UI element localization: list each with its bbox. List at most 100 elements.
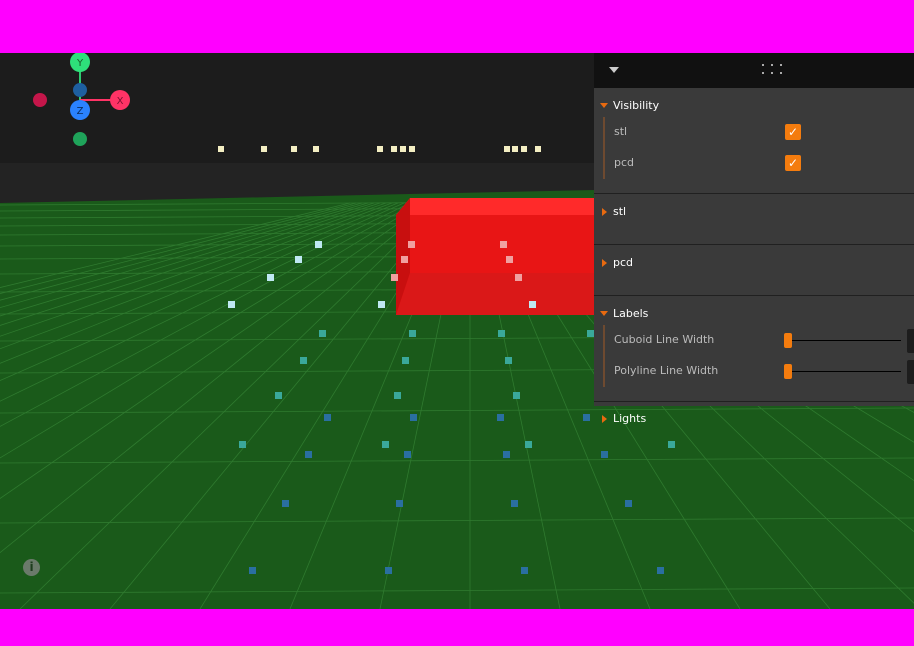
point-marker xyxy=(511,500,518,507)
folder-stl: stl xyxy=(594,201,914,245)
cuboid-line-width-label: Cuboid Line Width xyxy=(614,333,715,346)
cuboid-bottom xyxy=(396,273,600,315)
point-marker xyxy=(402,357,409,364)
pcd-visibility-row: pcd ✓ xyxy=(605,148,914,179)
point-marker xyxy=(497,414,504,421)
point-marker xyxy=(295,256,302,263)
folder-pcd: pcd xyxy=(594,252,914,296)
light-marker xyxy=(521,146,527,152)
point-marker xyxy=(324,414,331,421)
point-marker xyxy=(401,256,408,263)
checkmark-icon: ✓ xyxy=(787,125,799,139)
stl-visibility-label: stl xyxy=(614,125,628,138)
y-axis-handle[interactable]: Y xyxy=(70,53,90,72)
info-icon: i xyxy=(29,560,34,574)
polyline-line-width-slider-thumb[interactable] xyxy=(784,364,792,379)
light-marker xyxy=(291,146,297,152)
light-marker xyxy=(535,146,541,152)
point-marker xyxy=(396,500,403,507)
point-marker xyxy=(394,392,401,399)
folder-title-labels[interactable]: Labels xyxy=(594,303,914,325)
z-axis-handle[interactable]: Z xyxy=(70,100,90,120)
folder-visibility: Visibility stl ✓ pcd ✓ xyxy=(594,95,914,194)
folder-lights: Lights xyxy=(594,408,914,442)
polyline-line-width-slider[interactable] xyxy=(786,371,901,372)
checkmark-icon: ✓ xyxy=(787,156,799,170)
light-marker xyxy=(504,146,510,152)
point-marker xyxy=(408,241,415,248)
top-margin-bar xyxy=(0,0,914,53)
point-marker xyxy=(410,414,417,421)
point-marker xyxy=(625,500,632,507)
point-marker xyxy=(300,357,307,364)
light-marker xyxy=(409,146,415,152)
point-marker xyxy=(305,451,312,458)
caret-right-icon xyxy=(602,415,607,423)
pcd-visibility-label: pcd xyxy=(614,156,635,169)
controls-panel: Visibility stl ✓ pcd ✓ stl pcd Labels Cu… xyxy=(594,53,914,425)
point-marker xyxy=(506,256,513,263)
point-marker xyxy=(404,451,411,458)
point-marker xyxy=(391,274,398,281)
caret-right-icon xyxy=(602,208,607,216)
point-marker xyxy=(601,451,608,458)
polyline-line-width-row: Polyline Line Width xyxy=(605,356,914,387)
polyline-line-width-input[interactable] xyxy=(907,360,914,384)
point-marker xyxy=(525,441,532,448)
point-marker xyxy=(587,330,594,337)
point-marker xyxy=(282,500,289,507)
neg-z-axis-dot[interactable] xyxy=(73,83,87,97)
point-marker xyxy=(385,567,392,574)
point-marker xyxy=(267,274,274,281)
pcd-visibility-checkbox[interactable]: ✓ xyxy=(785,155,801,171)
cuboid-line-width-input[interactable] xyxy=(907,329,914,353)
x-axis-handle[interactable]: X xyxy=(110,90,130,110)
panel-header xyxy=(594,53,914,88)
stl-visibility-row: stl ✓ xyxy=(605,117,914,148)
point-marker xyxy=(657,567,664,574)
light-marker xyxy=(512,146,518,152)
visibility-controls: stl ✓ pcd ✓ xyxy=(603,117,914,179)
labels-controls: Cuboid Line Width Polyline Line Width xyxy=(603,325,914,387)
polyline-line-width-label: Polyline Line Width xyxy=(614,364,719,377)
x-axis-label: X xyxy=(117,96,124,107)
caret-right-icon xyxy=(602,259,607,267)
point-marker xyxy=(583,414,590,421)
folder-labels: Labels Cuboid Line Width Polyline Line W… xyxy=(594,303,914,402)
caret-down-icon xyxy=(600,103,608,108)
z-axis-label: Z xyxy=(77,106,84,117)
neg-x-axis-dot[interactable] xyxy=(33,93,47,107)
info-button[interactable]: i xyxy=(23,559,40,576)
point-marker xyxy=(378,301,385,308)
folder-title-pcd[interactable]: pcd xyxy=(594,252,914,274)
caret-down-icon[interactable] xyxy=(609,67,619,73)
light-marker xyxy=(391,146,397,152)
point-marker xyxy=(249,567,256,574)
light-marker xyxy=(313,146,319,152)
cuboid-top xyxy=(396,198,600,215)
axis-gizmo[interactable]: Y X Z xyxy=(28,53,138,153)
cuboid-line-width-slider[interactable] xyxy=(786,340,901,341)
neg-y-axis-dot[interactable] xyxy=(73,132,87,146)
cuboid-line-width-row: Cuboid Line Width xyxy=(605,325,914,356)
drag-handle-icon[interactable] xyxy=(762,64,784,76)
light-marker xyxy=(218,146,224,152)
y-axis-label: Y xyxy=(76,58,84,69)
folder-title-stl[interactable]: stl xyxy=(594,201,914,223)
folder-title-lights[interactable]: Lights xyxy=(594,408,914,430)
light-marker xyxy=(377,146,383,152)
point-marker xyxy=(409,330,416,337)
point-marker xyxy=(529,301,536,308)
point-marker xyxy=(382,441,389,448)
point-marker xyxy=(505,357,512,364)
stl-visibility-checkbox[interactable]: ✓ xyxy=(785,124,801,140)
point-marker xyxy=(515,274,522,281)
light-marker xyxy=(400,146,406,152)
point-marker xyxy=(239,441,246,448)
caret-down-icon xyxy=(600,311,608,316)
point-marker xyxy=(315,241,322,248)
point-marker xyxy=(498,330,505,337)
point-marker xyxy=(319,330,326,337)
folder-title-visibility[interactable]: Visibility xyxy=(594,95,914,117)
cuboid-line-width-slider-thumb[interactable] xyxy=(784,333,792,348)
